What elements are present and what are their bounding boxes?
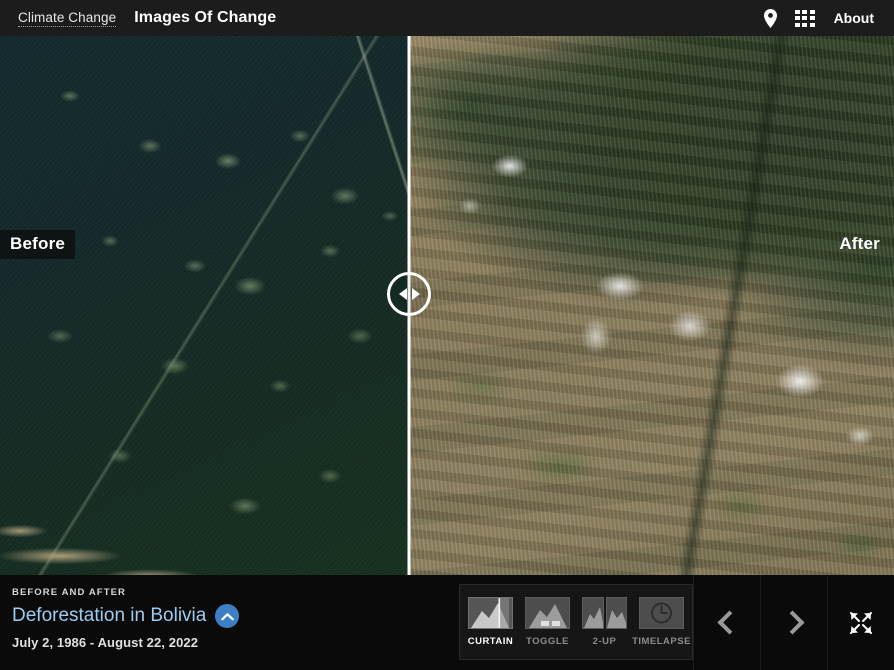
before-satellite-image <box>0 36 409 575</box>
mode-label-timelapse: TIMELAPSE <box>632 636 691 647</box>
next-button[interactable] <box>760 575 827 670</box>
after-label: After <box>829 230 880 259</box>
toggle-mode-icon <box>525 597 570 629</box>
title-row: Deforestation in Bolivia <box>12 604 440 628</box>
map-pin-button[interactable] <box>754 0 788 36</box>
two-up-left-pane <box>582 597 604 629</box>
mode-label-toggle: TOGGLE <box>526 636 569 647</box>
mode-label-curtain: CURTAIN <box>468 636 514 647</box>
gallery-grid-button[interactable] <box>788 0 822 36</box>
curtain-drag-handle[interactable] <box>387 272 431 316</box>
climate-change-link[interactable]: Climate Change <box>18 10 116 27</box>
before-image-clip <box>0 36 409 575</box>
mode-button-curtain[interactable]: CURTAIN <box>462 597 519 647</box>
about-link[interactable]: About <box>834 10 874 26</box>
previous-button[interactable] <box>693 575 760 670</box>
feature-info: BEFORE AND AFTER Deforestation in Bolivi… <box>0 575 440 670</box>
two-up-right-pane <box>606 597 628 629</box>
view-mode-group: CURTAIN TOGGLE <box>459 584 693 660</box>
nav-group <box>693 575 894 670</box>
map-pin-icon <box>763 9 778 28</box>
chevron-up-icon <box>221 612 234 621</box>
timelapse-mode-icon <box>639 597 684 629</box>
app-title: Images Of Change <box>134 9 276 27</box>
grid-icon <box>795 10 815 27</box>
before-after-viewer[interactable]: Before After <box>0 36 894 575</box>
images-of-change-app: Climate Change Images Of Change About Be… <box>0 0 894 670</box>
before-label: Before <box>0 230 75 259</box>
section-eyebrow: BEFORE AND AFTER <box>12 587 440 598</box>
mode-button-timelapse[interactable]: TIMELAPSE <box>633 597 690 647</box>
mode-button-toggle[interactable]: TOGGLE <box>519 597 576 647</box>
expand-details-button[interactable] <box>215 604 239 628</box>
top-header: Climate Change Images Of Change About <box>0 0 894 36</box>
two-up-mode-icon <box>582 597 627 629</box>
viewer-controls: CURTAIN TOGGLE <box>440 575 894 670</box>
date-range: July 2, 1986 - August 22, 2022 <box>12 635 440 650</box>
chevron-left-icon <box>717 610 741 634</box>
mode-label-2up: 2-UP <box>593 636 617 647</box>
toggle-mode-glyph <box>526 598 569 628</box>
bottom-bar: BEFORE AND AFTER Deforestation in Bolivi… <box>0 575 894 670</box>
mode-button-2up[interactable]: 2-UP <box>576 597 633 647</box>
fullscreen-button[interactable] <box>827 575 894 670</box>
left-arrow-icon <box>399 288 407 300</box>
curtain-mode-icon <box>468 597 513 629</box>
right-arrow-icon <box>412 288 420 300</box>
two-up-left-glyph <box>583 598 604 628</box>
feature-title[interactable]: Deforestation in Bolivia <box>12 605 206 627</box>
curtain-mode-glyph <box>469 598 512 628</box>
chevron-right-icon <box>780 610 804 634</box>
two-up-right-glyph <box>607 598 628 628</box>
clock-icon <box>640 598 683 628</box>
fullscreen-expand-icon <box>848 610 874 636</box>
